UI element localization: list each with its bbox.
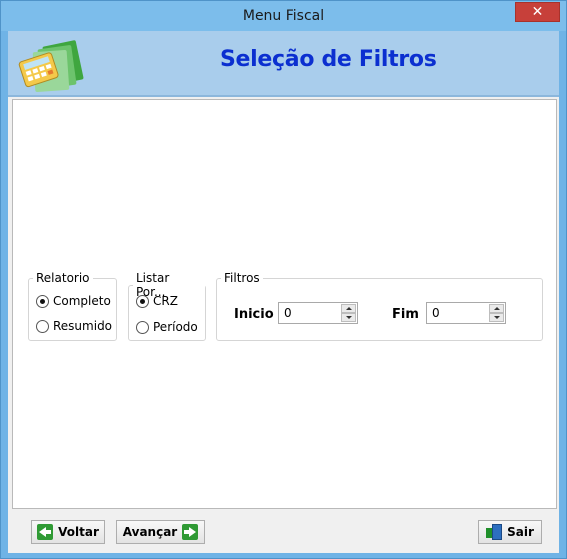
radio-crz-indicator[interactable] [136,294,149,308]
fim-decrement-button[interactable] [489,313,504,322]
header-band: Seleção de Filtros [8,31,559,97]
exit-door-icon [486,524,503,540]
filtros-legend: Filtros [224,271,260,285]
client-area: Seleção de Filtros Relatorio Completo Re… [8,31,559,553]
radio-resumido[interactable]: Resumido [36,319,112,333]
radio-completo-indicator[interactable] [36,294,49,308]
inicio-stepper-buttons [341,304,356,322]
radio-periodo-indicator[interactable] [136,320,149,334]
fim-label: Fim [392,307,419,322]
radio-resumido-label: Resumido [53,319,113,333]
page-title: Seleção de Filtros [220,47,437,72]
fim-increment-button[interactable] [489,304,504,313]
inicio-decrement-button[interactable] [341,313,356,322]
fim-value[interactable]: 0 [432,306,440,320]
inicio-increment-button[interactable] [341,304,356,313]
app-window: Menu Fiscal ✕ Seleção de Filtros Relator… [0,0,567,559]
radio-crz-label: CRZ [153,294,178,308]
next-button-label: Avançar [122,525,178,539]
back-button-label: Voltar [58,525,99,539]
arrow-right-icon [182,524,199,540]
window-title: Menu Fiscal [242,8,325,24]
inicio-label: Inicio [234,307,274,322]
fim-stepper[interactable]: 0 [426,302,506,324]
arrow-left-icon [37,524,54,540]
radio-crz[interactable]: CRZ [136,294,178,308]
fim-stepper-buttons [489,304,504,322]
exit-button[interactable]: Sair [478,520,542,544]
radio-completo-label: Completo [53,294,111,308]
radio-periodo[interactable]: Período [136,320,198,334]
inicio-stepper[interactable]: 0 [278,302,358,324]
radio-periodo-label: Período [153,320,198,334]
radio-completo[interactable]: Completo [36,294,111,308]
next-button[interactable]: Avançar [116,520,205,544]
footer-bar: Voltar Avançar Sair [8,509,559,553]
main-panel: Relatorio Completo Resumido Listar Por..… [12,99,557,509]
calculator-folder-icon [18,40,84,93]
close-button[interactable]: ✕ [515,2,560,22]
radio-resumido-indicator[interactable] [36,319,49,333]
inicio-value[interactable]: 0 [284,306,292,320]
exit-button-label: Sair [507,525,534,539]
relatorio-legend: Relatorio [36,271,90,285]
title-bar[interactable]: Menu Fiscal ✕ [1,1,566,31]
close-icon: ✕ [531,4,544,20]
back-button[interactable]: Voltar [31,520,105,544]
